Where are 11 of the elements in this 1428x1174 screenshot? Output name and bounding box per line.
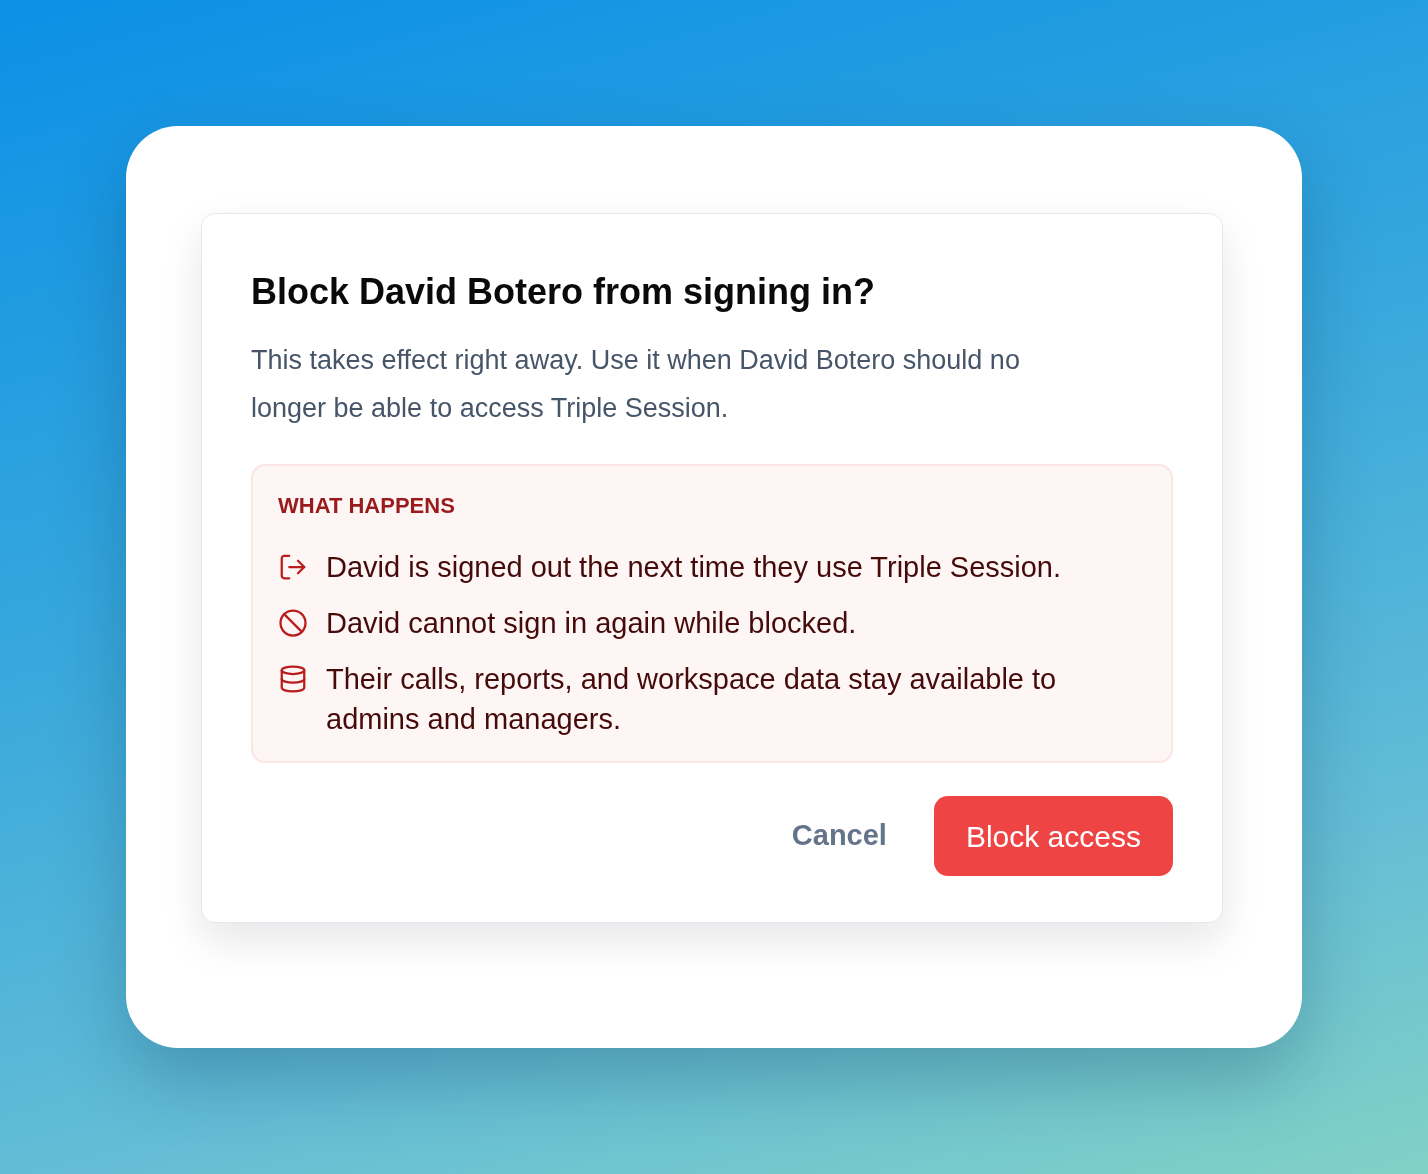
database-icon <box>278 664 308 694</box>
callout-item-text: Their calls, reports, and workspace data stay available to admins and managers. <box>326 662 1058 737</box>
dialog-title: Block David Botero from signing in? <box>251 270 877 314</box>
ban-icon <box>278 608 308 638</box>
dialog-description: This takes effect right away. Use it when David Botero should no longer be able to access Triple Session. <box>251 344 1021 425</box>
callout-item-text: David cannot sign in again while blocked. <box>326 606 857 641</box>
cancel-button[interactable]: Cancel <box>769 796 909 876</box>
logout-icon <box>278 552 308 582</box>
callout-item-text: David is signed out the next time they use Triple Session. <box>326 550 1062 585</box>
callout-heading: WHAT HAPPENS <box>278 492 456 520</box>
block-access-button[interactable]: Block access <box>933 796 1173 876</box>
